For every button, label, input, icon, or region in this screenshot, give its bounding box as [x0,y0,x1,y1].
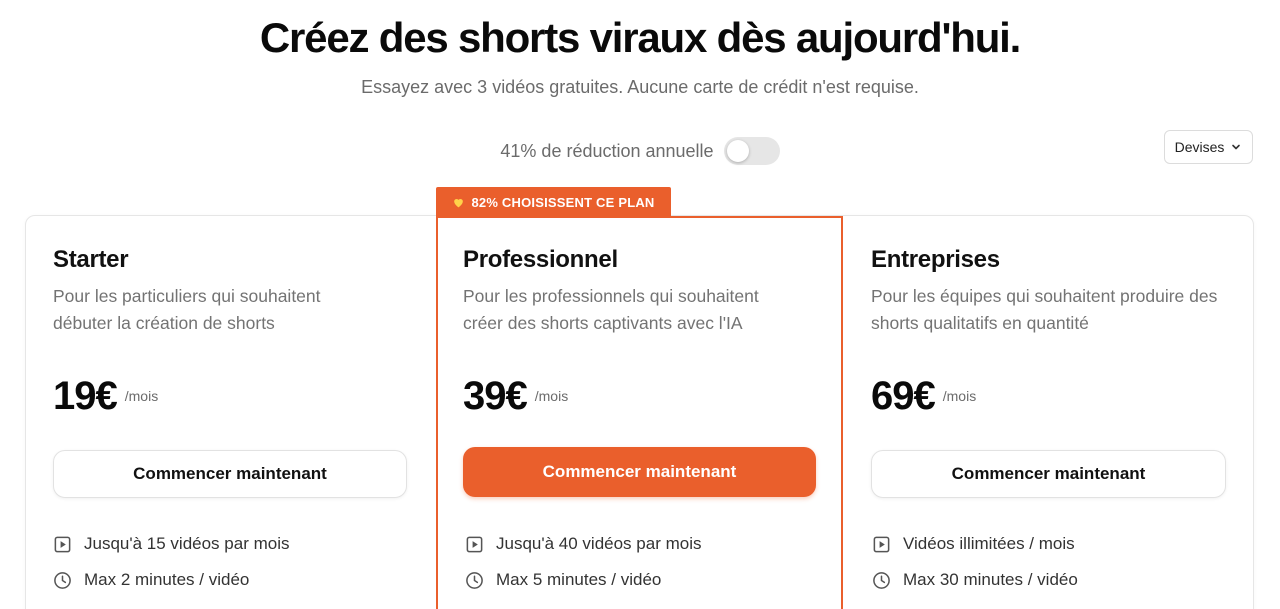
plan-name: Entreprises [871,246,1000,273]
billing-toggle-row: 41% de réduction annuelle [0,136,1280,166]
feature-text: Jusqu'à 40 vidéos par mois [496,534,702,553]
chevron-down-icon [1230,141,1242,153]
plan-description: Pour les équipes qui souhaitent produire… [871,286,1218,333]
plan-price-row: 39€ /mois [463,374,568,418]
popular-plan-badge-text: 82% CHOISISSENT CE PLAN [471,194,655,210]
plan-name: Starter [53,246,129,273]
plan-card-starter: Starter Pour les particuliers qui souhai… [26,216,436,609]
plan-name: Professionnel [463,246,618,273]
heart-icon [452,196,465,209]
annual-discount-label: 41% de réduction annuelle [500,140,714,161]
play-icon [465,535,484,554]
clock-icon [465,571,484,590]
plan-price: 19€ [53,374,118,418]
currency-dropdown-label: Devises [1174,139,1225,155]
feature-item: Max 2 minutes / vidéo [53,570,249,590]
plan-card-enterprise: Entreprises Pour les équipes qui souhait… [843,216,1253,609]
feature-text: Max 5 minutes / vidéo [496,570,662,589]
annual-billing-toggle[interactable] [723,137,780,165]
plan-description: Pour les professionnels qui souhaitent c… [463,286,759,333]
start-now-button-professional[interactable]: Commencer maintenant [463,447,816,497]
feature-text: Jusqu'à 15 vidéos par mois [84,534,290,553]
plan-price-row: 19€ /mois [53,374,158,418]
feature-item: Jusqu'à 15 vidéos par mois [53,534,289,554]
page-title: Créez des shorts viraux dès aujourd'hui. [259,14,1021,61]
clock-icon [53,571,72,590]
play-icon [872,535,891,554]
popular-plan-badge: 82% CHOISISSENT CE PLAN [436,187,671,217]
toggle-knob [726,140,749,162]
plan-price: 39€ [463,374,528,418]
feature-text: Max 30 minutes / vidéo [903,570,1078,589]
start-now-button-enterprise[interactable]: Commencer maintenant [871,450,1226,498]
feature-item: Vidéos illimitées / mois [872,534,1075,554]
page-subtitle: Essayez avec 3 vidéos gratuites. Aucune … [361,77,919,97]
plan-price-row: 69€ /mois [871,374,976,418]
clock-icon [872,571,891,590]
feature-item: Max 5 minutes / vidéo [465,570,661,590]
plan-period: /mois [124,388,159,404]
feature-item: Jusqu'à 40 vidéos par mois [465,534,701,554]
plan-period: /mois [534,388,569,404]
play-icon [53,535,72,554]
feature-text: Max 2 minutes / vidéo [84,570,250,589]
feature-item: Max 30 minutes / vidéo [872,570,1078,590]
feature-text: Vidéos illimitées / mois [903,534,1075,553]
plan-period: /mois [942,388,977,404]
plan-price: 69€ [871,374,936,418]
plan-description: Pour les particuliers qui souhaitent déb… [53,286,321,333]
start-now-button-starter[interactable]: Commencer maintenant [53,450,407,498]
plan-card-professional: Professionnel Pour les professionnels qu… [436,216,843,609]
currency-dropdown[interactable]: Devises [1164,130,1253,164]
